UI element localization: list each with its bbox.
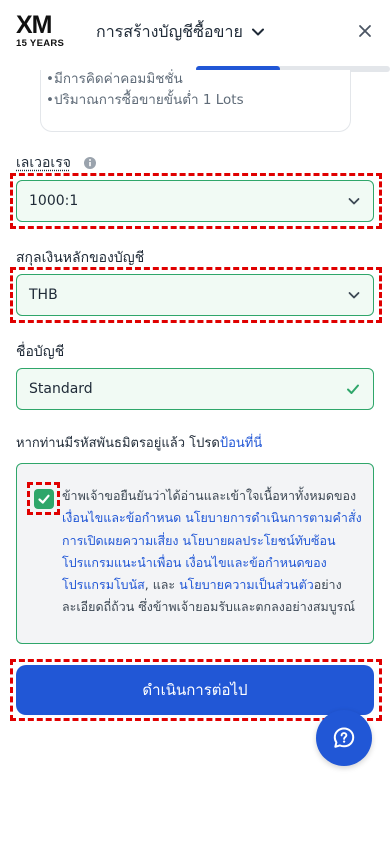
- partner-code-text: หากท่านมีรหัสพันธมิตรอยู่แล้ว โปรด: [16, 436, 220, 451]
- account-name-label: ชื่อบัญชี: [16, 344, 65, 360]
- step-selector[interactable]: การสร้างบัญชีซื้อขาย: [96, 20, 265, 44]
- terms-text-7: , และ: [144, 577, 180, 593]
- app-header: XM 15 YEARS การสร้างบัญชีซื้อขาย: [0, 0, 390, 66]
- leverage-label: เลเวอเรจ: [16, 152, 97, 174]
- info-line-commission: •มีการคิดค่าคอมมิชชั่น: [46, 71, 183, 87]
- currency-label: สกุลเงินหลักของบัญชี: [16, 250, 145, 266]
- info-icon[interactable]: [83, 156, 97, 170]
- partner-code-link[interactable]: ป้อนที่นี่: [220, 436, 262, 451]
- terms-link-conditions[interactable]: เงื่อนไขและข้อกำหนด: [62, 510, 181, 525]
- help-chat-icon: [333, 727, 355, 748]
- chevron-down-icon: [348, 198, 360, 205]
- terms-link-conflict-policy[interactable]: นโยบายผลประโยชน์ทับซ้อน: [183, 533, 336, 548]
- terms-text: ข้าพเจ้าขอยืนยันว่าได้อ่านและเข้าใจเนื้อ…: [62, 485, 374, 619]
- account-name-field[interactable]: Standard: [16, 368, 374, 410]
- logo-main-text: XM: [16, 11, 53, 39]
- xm-logo: XM 15 YEARS: [16, 12, 68, 52]
- partner-code-prompt: หากท่านมีรหัสพันธมิตรอยู่แล้ว โปรดป้อนที…: [16, 432, 262, 453]
- help-chat-button[interactable]: [316, 710, 372, 766]
- leverage-label-text: เลเวอเรจ: [16, 155, 71, 171]
- check-icon: [347, 384, 359, 394]
- terms-link-execution-policy[interactable]: นโยบายการดำเนินการตามคำสั่ง: [185, 510, 361, 525]
- terms-checkbox[interactable]: [34, 489, 54, 509]
- close-icon[interactable]: [356, 22, 374, 40]
- terms-link-risk-disclosure[interactable]: การเปิดเผยความเสี่ยง: [62, 533, 179, 548]
- currency-select[interactable]: THB: [16, 274, 374, 316]
- page-title: การสร้างบัญชีซื้อขาย: [96, 21, 243, 41]
- logo-sub-text: 15 YEARS: [16, 38, 65, 49]
- info-line-min-volume: •ปริมาณการซื้อขายขั้นต่ำ 1 Lots: [46, 92, 244, 108]
- account-name-value: Standard: [29, 381, 93, 397]
- checkmark-icon: [38, 494, 50, 504]
- currency-value: THB: [29, 287, 58, 303]
- terms-link-privacy[interactable]: นโยบายความเป็นส่วนตัว: [179, 577, 314, 592]
- chevron-down-icon: [251, 28, 264, 36]
- chevron-down-icon: [348, 292, 360, 299]
- terms-link-referral[interactable]: โปรแกรมแนะนำเพื่อน: [62, 555, 181, 570]
- continue-button[interactable]: ดำเนินการต่อไป: [16, 665, 374, 715]
- leverage-select[interactable]: 1000:1: [16, 180, 374, 222]
- terms-text-1: ข้าพเจ้าขอยืนยันว่าได้อ่านและเข้าใจเนื้อ…: [62, 488, 357, 503]
- leverage-value: 1000:1: [29, 193, 79, 209]
